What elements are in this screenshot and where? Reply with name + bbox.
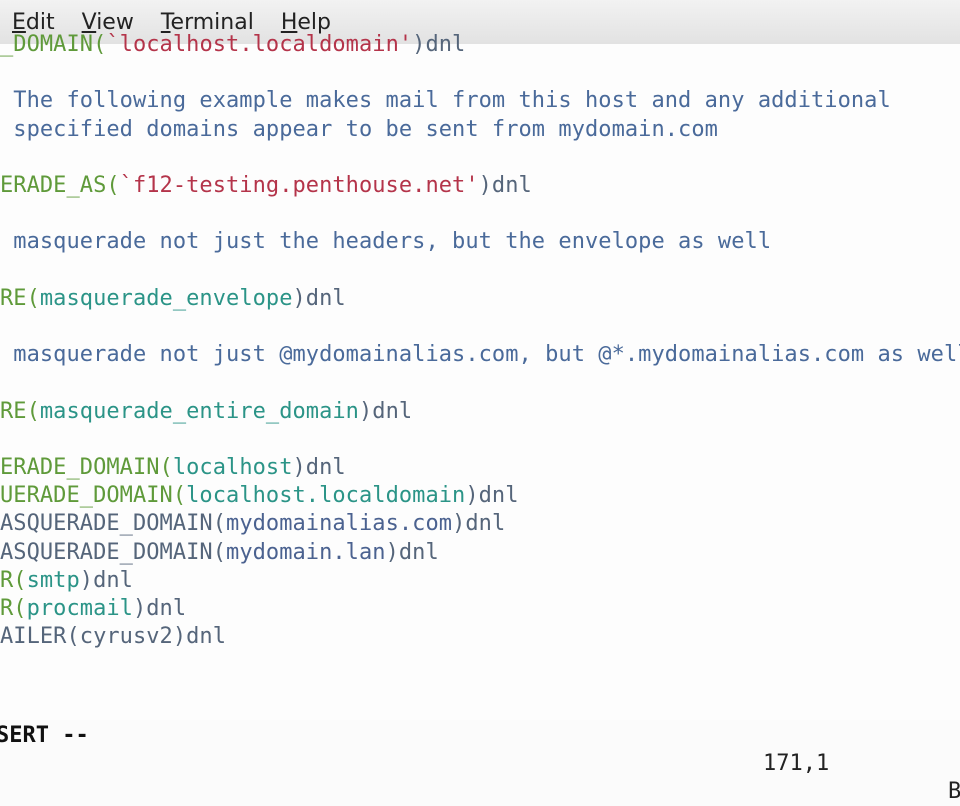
code-token-alias: mydomainalias.com bbox=[226, 511, 453, 537]
insert-mode-indicator: SERT -- bbox=[0, 723, 89, 748]
code-line: AILER(cyrusv2)dnl bbox=[0, 623, 226, 651]
code-token-dnl: )dnl bbox=[79, 567, 133, 593]
code-token-dnl: )dnl bbox=[292, 285, 346, 311]
code-token-arg: localhost.localdomain bbox=[186, 483, 466, 509]
code-token-dnl: AILER(cyrusv2)dnl bbox=[0, 624, 227, 650]
code-line: R(procmail)dnl bbox=[0, 595, 186, 623]
code-token-string: `f12-testing.penthouse.net' bbox=[119, 173, 479, 198]
code-token-comment: specified domains appear to be sent from… bbox=[0, 116, 718, 142]
code-line: R(smtp)dnl bbox=[0, 567, 133, 595]
code-line: RE(masquerade_envelope)dnl bbox=[0, 285, 346, 313]
code-token-comment: The following example makes mail from th… bbox=[0, 88, 891, 114]
code-token-dnl: )dnl bbox=[358, 398, 413, 424]
code-token-macro: _DOMAIN( bbox=[0, 32, 107, 57]
code-token-arg: procmail bbox=[26, 596, 133, 621]
code-token-alias: mydomain.lan bbox=[226, 539, 386, 565]
code-line: The following example makes mail from th… bbox=[0, 87, 891, 115]
code-token-dnl: )dnl bbox=[478, 173, 532, 198]
code-line: ASQUERADE_DOMAIN(mydomain.lan)dnl bbox=[0, 539, 439, 567]
code-token-arg: masquerade_envelope bbox=[39, 285, 293, 311]
code-line: ERADE_AS(`f12-testing.penthouse.net')dnl bbox=[0, 172, 532, 200]
code-token-dnl: )dnl bbox=[412, 32, 466, 57]
code-token-dnl: )dnl bbox=[465, 483, 519, 509]
code-line: ERADE_DOMAIN(localhost)dnl bbox=[0, 454, 346, 482]
code-token-dnl: )dnl bbox=[385, 539, 439, 565]
code-token-dnl: ASQUERADE_DOMAIN( bbox=[0, 539, 227, 565]
scroll-position: B bbox=[948, 779, 960, 804]
code-token-comment: masquerade not just the headers, but the… bbox=[0, 229, 772, 255]
code-token-string: `localhost.localdomain' bbox=[106, 32, 413, 57]
code-token-comment: masquerade not just @mydomainalias.com, … bbox=[0, 342, 960, 368]
code-line: masquerade not just the headers, but the… bbox=[0, 228, 771, 256]
code-line: masquerade not just @mydomainalias.com, … bbox=[0, 341, 960, 369]
code-token-arg: localhost bbox=[172, 455, 293, 480]
code-line: RE(masquerade_entire_domain)dnl bbox=[0, 398, 412, 426]
vim-status-line: SERT -- 171,1 B bbox=[0, 694, 960, 804]
code-token-arg: smtp bbox=[26, 567, 80, 593]
code-token-dnl: ASQUERADE_DOMAIN( bbox=[0, 511, 227, 537]
code-token-macro: R( bbox=[0, 567, 27, 593]
code-line: UERADE_DOMAIN(localhost.localdomain)dnl bbox=[0, 482, 519, 510]
code-line: _DOMAIN(`localhost.localdomain')dnl bbox=[0, 31, 465, 59]
code-token-arg: masquerade_entire_domain bbox=[39, 398, 359, 424]
code-token-macro: ERADE_DOMAIN( bbox=[0, 455, 173, 480]
code-token-macro: RE( bbox=[0, 398, 40, 424]
code-token-dnl: )dnl bbox=[292, 455, 346, 480]
code-token-macro: ERADE_AS( bbox=[0, 173, 120, 198]
vim-editor-buffer[interactable]: _DOMAIN(`localhost.localdomain')dnl The … bbox=[0, 32, 960, 720]
code-line: ASQUERADE_DOMAIN(mydomainalias.com)dnl bbox=[0, 510, 505, 538]
code-token-macro: R( bbox=[0, 596, 27, 621]
code-token-macro: RE( bbox=[0, 285, 40, 311]
code-line: specified domains appear to be sent from… bbox=[0, 116, 718, 144]
code-token-macro: UERADE_DOMAIN( bbox=[0, 483, 187, 509]
cursor-position: 171,1 bbox=[763, 751, 830, 776]
code-token-dnl: )dnl bbox=[452, 511, 506, 537]
code-token-dnl: )dnl bbox=[132, 596, 187, 621]
